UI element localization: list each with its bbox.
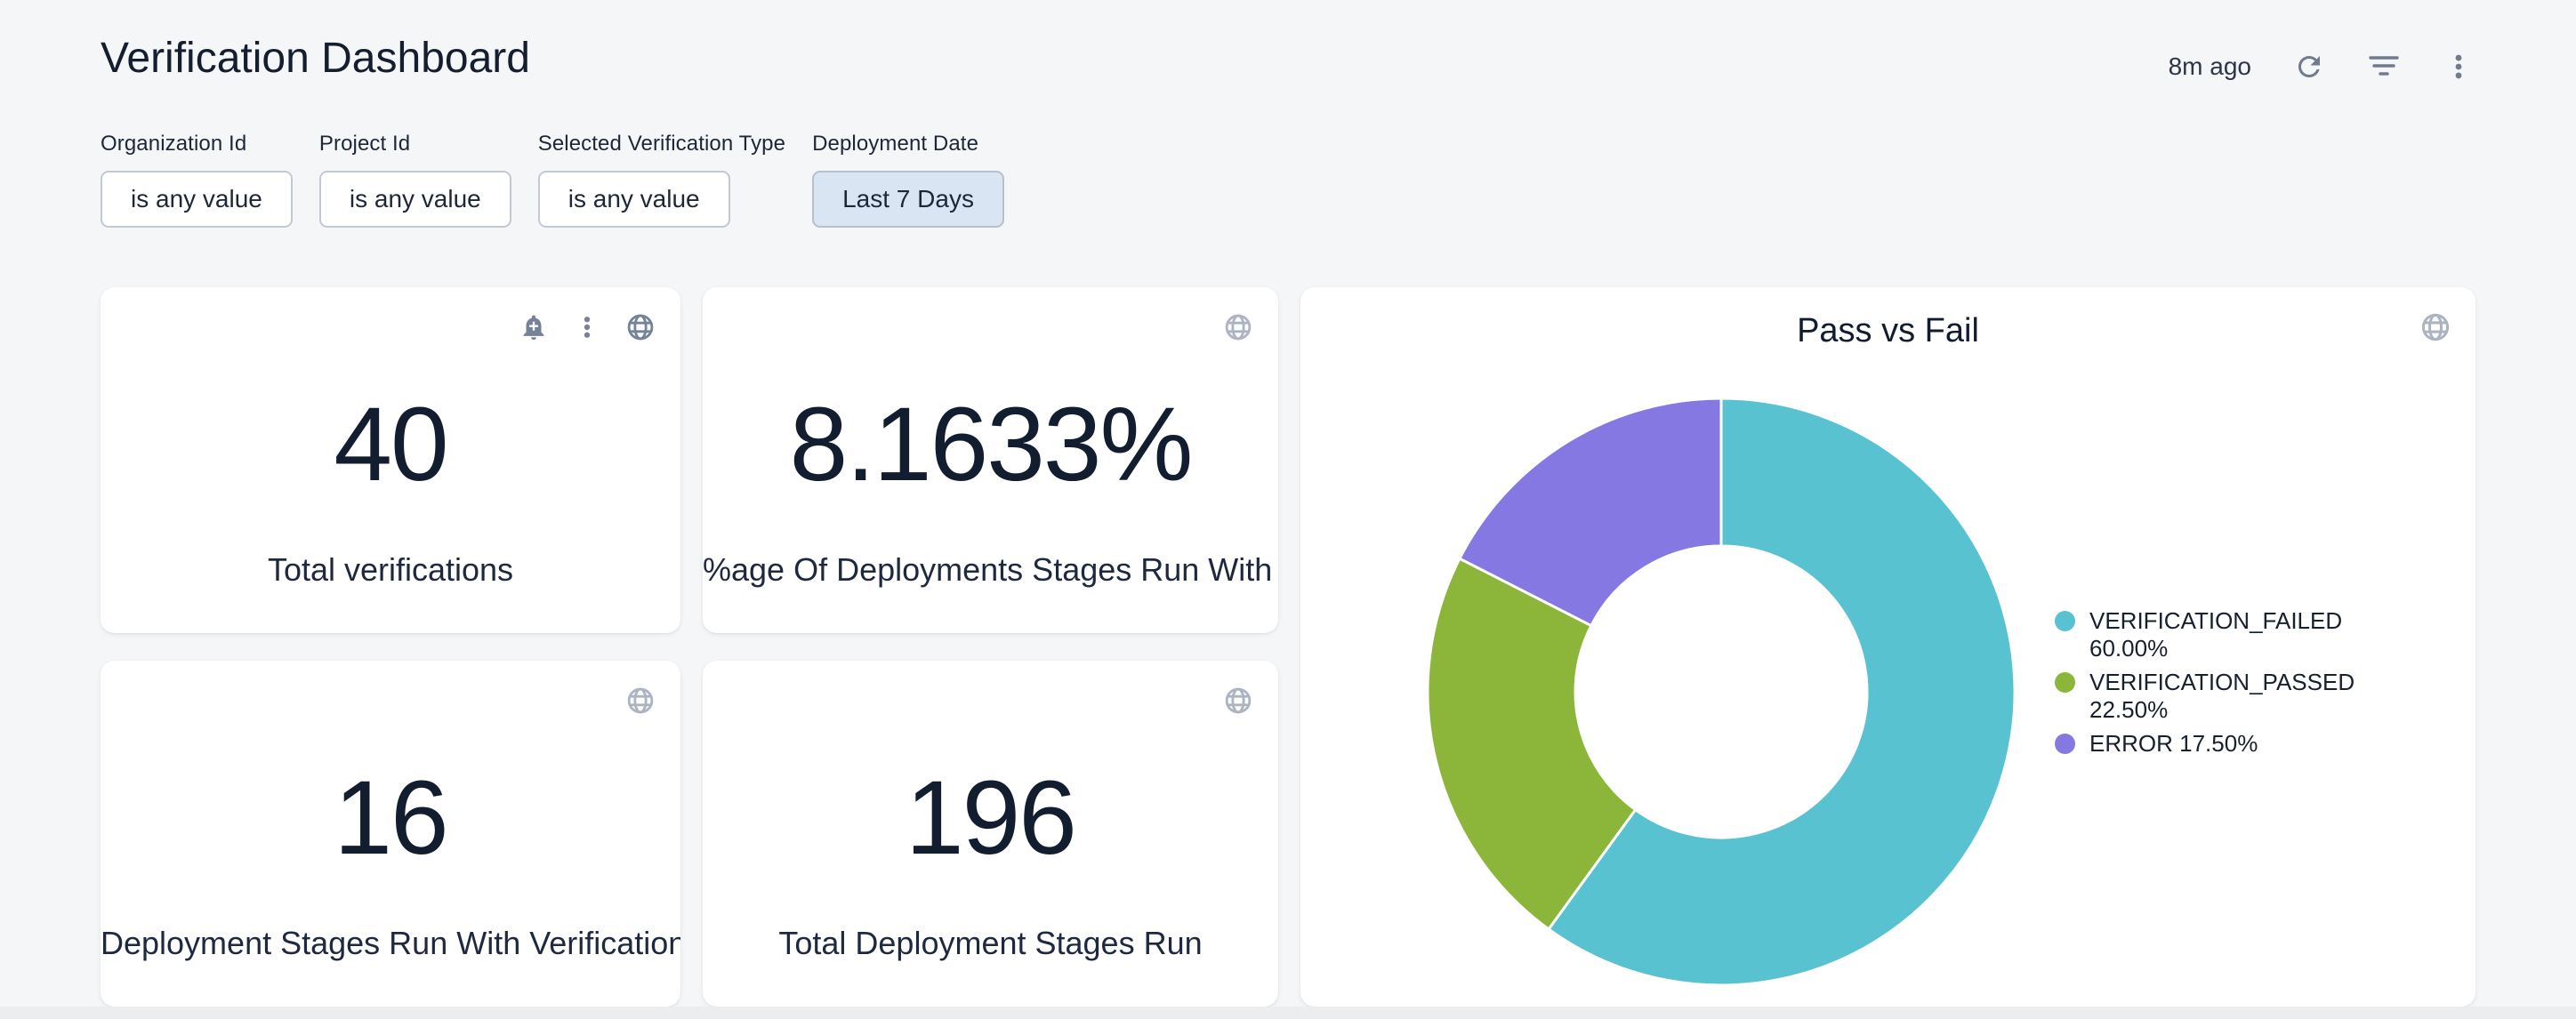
filter-value-button[interactable]: is any value [319,171,511,228]
filter-deployment-date: Deployment Date Last 7 Days [812,132,1004,228]
page-bottom-strip [0,1007,2576,1019]
legend-dot [2055,672,2075,693]
legend-dot [2055,611,2075,631]
legend-item-verification-failed[interactable]: VERIFICATION_FAILED 60.00% [2055,607,2411,662]
filter-icon[interactable] [2367,50,2401,84]
last-refresh-timestamp: 8m ago [2169,52,2251,81]
filter-value-button[interactable]: is any value [538,171,730,228]
tile-value: 16 [101,764,680,874]
dashboard-page: Verification Dashboard 8m ago Organizati… [0,0,2576,1019]
filter-value-button[interactable]: is any value [101,171,293,228]
filter-value-button[interactable]: Last 7 Days [812,171,1004,228]
header-controls: 8m ago [2169,50,2475,84]
tile-total-deployment-stages-run: 196 Total Deployment Stages Run [703,661,1278,1007]
globe-icon[interactable] [624,684,657,718]
filter-selected-verification-type: Selected Verification Type is any value [538,132,785,228]
tile-label: Deployment Stages Run With Verification [101,924,680,962]
refresh-icon[interactable] [2292,50,2326,84]
globe-icon[interactable] [1221,310,1255,344]
more-vert-icon[interactable] [2442,50,2475,84]
tile-label: Total verifications [101,550,680,589]
tile-value: 196 [703,764,1278,874]
legend-item-error[interactable]: ERROR 17.50% [2055,730,2411,758]
filter-label: Selected Verification Type [538,132,785,156]
filter-label: Deployment Date [812,132,1004,156]
legend-label: ERROR 17.50% [2089,730,2258,758]
tile-value: 8.1633% [703,390,1278,501]
tile-label: Total Deployment Stages Run [703,924,1278,962]
globe-icon[interactable] [1221,684,1255,718]
filter-label: Organization Id [101,132,293,156]
legend-label: VERIFICATION_PASSED 22.50% [2089,669,2383,724]
tile-label: %age Of Deployments Stages Run With V… [703,550,1278,589]
legend-dot [2055,734,2075,754]
legend-item-verification-passed[interactable]: VERIFICATION_PASSED 22.50% [2055,669,2411,724]
chart-legend: VERIFICATION_FAILED 60.00% VERIFICATION_… [2055,607,2411,758]
pass-vs-fail-chart-card: Pass vs Fail VERIFICATION_FAILED 60.00% … [1300,287,2475,1007]
filter-organization-id: Organization Id is any value [101,132,293,228]
page-title: Verification Dashboard [101,34,530,83]
tile-percent-stages-with-verification: 8.1633% %age Of Deployments Stages Run W… [703,287,1278,633]
tile-stages-run-with-verification: 16 Deployment Stages Run With Verificati… [101,661,680,1007]
kebab-menu-icon[interactable] [570,310,604,344]
globe-icon[interactable] [624,310,657,344]
legend-label: VERIFICATION_FAILED 60.00% [2089,607,2383,662]
tile-total-verifications: 40 Total verifications [101,287,680,633]
filter-label: Project Id [319,132,511,156]
filter-bar: Organization Id is any value Project Id … [101,132,1004,228]
filter-project-id: Project Id is any value [319,132,511,228]
add-alert-bell-icon[interactable] [517,310,551,344]
tile-value: 40 [101,390,680,501]
